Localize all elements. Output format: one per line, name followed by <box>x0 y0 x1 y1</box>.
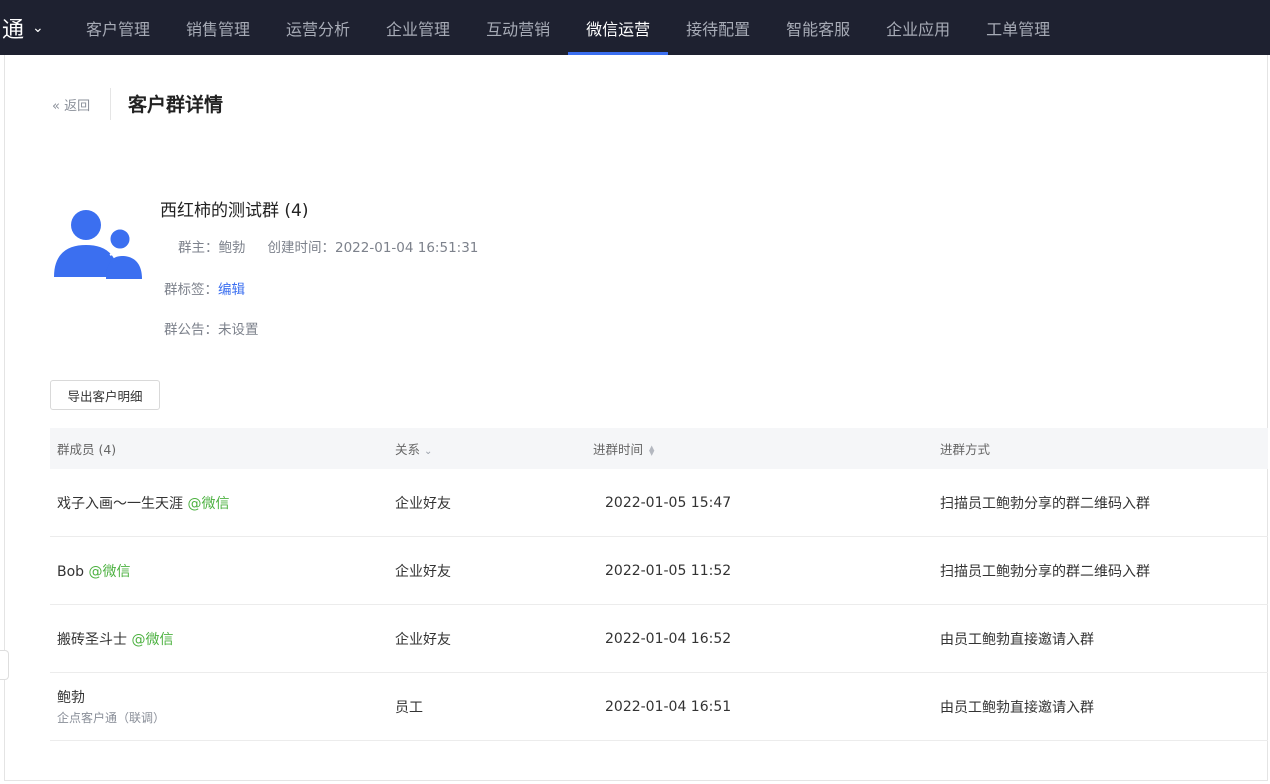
table-row: Bob @微信 企业好友 2022-01-05 11:52 扫描员工鲍勃分享的群… <box>50 537 1268 605</box>
join-way-cell: 由员工鲍勃直接邀请入群 <box>940 631 1094 648</box>
join-way-cell: 由员工鲍勃直接邀请入群 <box>940 699 1094 716</box>
nav-item-wechat-ops[interactable]: 微信运营 <box>568 0 669 55</box>
notice-value: 未设置 <box>218 322 259 338</box>
relation-cell: 员工 <box>395 699 423 716</box>
join-time-cell: 2022-01-05 11:52 <box>605 562 732 579</box>
header-join-time-label: 进群时间 <box>593 442 644 457</box>
relation-cell: 企业好友 <box>395 563 451 580</box>
nav-item-label: 接待配置 <box>686 19 751 39</box>
group-owner: 群主：鲍勃 <box>178 236 246 256</box>
member-cell: 鲍勃企点客户通（联调） <box>57 687 165 726</box>
nav-item-smart-service[interactable]: 智能客服 <box>768 0 868 55</box>
member-name: 搬砖圣斗士 <box>57 631 127 648</box>
edit-tags-link[interactable]: 编辑 <box>218 282 245 298</box>
top-nav: 通 ⌄ 客户管理 销售管理 运营分析 企业管理 互动营销 微信运营 接待配置 智… <box>0 0 1270 55</box>
notice-label: 群公告： <box>164 322 218 338</box>
member-name: 戏子入画～一生天涯 <box>57 495 183 512</box>
nav-item-interactive-marketing[interactable]: 互动营销 <box>468 0 568 55</box>
nav-item-reception-config[interactable]: 接待配置 <box>668 0 768 55</box>
member-cell: Bob @微信 <box>57 561 131 581</box>
wechat-tag: @微信 <box>187 495 230 512</box>
divider <box>110 88 111 120</box>
nav-item-customer-mgmt[interactable]: 客户管理 <box>68 0 168 55</box>
side-collapse-handle[interactable] <box>0 650 9 680</box>
nav-item-label: 互动营销 <box>486 19 551 39</box>
nav-item-sales-mgmt[interactable]: 销售管理 <box>168 0 268 55</box>
back-link[interactable]: « 返回 <box>52 95 90 114</box>
nav-item-ops-analysis[interactable]: 运营分析 <box>268 0 368 55</box>
nav-item-label: 智能客服 <box>786 19 851 39</box>
join-way-cell: 扫描员工鲍勃分享的群二维码入群 <box>940 563 1150 580</box>
group-name: 西红柿的测试群 (4) <box>160 201 309 221</box>
member-org: 企点客户通（联调） <box>57 711 166 725</box>
nav-item-label: 客户管理 <box>86 19 151 39</box>
nav-item-label: 微信运营 <box>586 19 651 39</box>
relation-cell: 企业好友 <box>395 631 451 648</box>
group-avatar-icon <box>54 210 142 279</box>
nav-item-label: 工单管理 <box>986 19 1051 39</box>
header-join-time-sort[interactable]: 进群时间 ▲ ▼ <box>593 439 654 458</box>
table-row: 搬砖圣斗士 @微信 企业好友 2022-01-04 16:52 由员工鲍勃直接邀… <box>50 605 1268 673</box>
brand-label: 通 <box>2 17 25 43</box>
nav-item-enterprise-mgmt[interactable]: 企业管理 <box>368 0 468 55</box>
group-tags: 群标签：编辑 <box>164 278 245 298</box>
member-name: Bob <box>57 563 85 580</box>
nav-item-label: 运营分析 <box>286 19 351 39</box>
page-title: 客户群详情 <box>128 94 224 116</box>
header-join-way: 进群方式 <box>940 442 991 457</box>
member-cell: 戏子入画～一生天涯 @微信 <box>57 493 229 513</box>
group-notice: 群公告：未设置 <box>164 318 259 338</box>
join-time-cell: 2022-01-04 16:51 <box>605 698 732 715</box>
table-row: 戏子入画～一生天涯 @微信 企业好友 2022-01-05 15:47 扫描员工… <box>50 469 1268 537</box>
header-relation-label: 关系 <box>395 442 421 457</box>
nav-item-ticket-mgmt[interactable]: 工单管理 <box>968 0 1068 55</box>
chevron-down-icon: ⌄ <box>424 446 433 457</box>
product-switcher[interactable]: 通 ⌄ <box>0 0 68 55</box>
group-created: 创建时间：2022-01-04 16:51:31 <box>268 236 479 256</box>
header-relation-filter[interactable]: 关系 ⌄ <box>395 439 432 458</box>
created-value: 2022-01-04 16:51:31 <box>335 240 479 256</box>
join-time-cell: 2022-01-04 16:52 <box>605 630 732 647</box>
nav-item-enterprise-apps[interactable]: 企业应用 <box>868 0 968 55</box>
owner-value: 鲍勃 <box>218 240 246 256</box>
member-name: 鲍勃 <box>57 690 85 706</box>
relation-cell: 企业好友 <box>395 495 451 512</box>
nav-item-label: 企业管理 <box>386 19 451 39</box>
table-row: 鲍勃企点客户通（联调） 员工 2022-01-04 16:51 由员工鲍勃直接邀… <box>50 673 1268 741</box>
created-label: 创建时间： <box>267 240 336 256</box>
header-member: 群成员 (4) <box>57 442 117 457</box>
member-cell: 搬砖圣斗士 @微信 <box>57 629 173 649</box>
export-customer-details-button[interactable]: 导出客户明细 <box>50 380 160 410</box>
wechat-tag: @微信 <box>88 563 131 580</box>
join-way-cell: 扫描员工鲍勃分享的群二维码入群 <box>940 495 1150 512</box>
tags-label: 群标签： <box>164 282 218 298</box>
owner-label: 群主： <box>178 240 219 256</box>
sort-icon: ▲ ▼ <box>649 443 655 457</box>
members-table: 群成员 (4) 关系 ⌄ 进群时间 ▲ ▼ 进群方式 戏子入画～一生天涯 @微信 企业… <box>50 428 1268 741</box>
table-header: 群成员 (4) 关系 ⌄ 进群时间 ▲ ▼ 进群方式 <box>50 428 1268 469</box>
nav-item-label: 销售管理 <box>186 19 251 39</box>
wechat-tag: @微信 <box>131 631 174 648</box>
chevron-down-icon: ⌄ <box>32 19 44 36</box>
nav-item-label: 企业应用 <box>886 19 951 39</box>
group-meta: 群主：鲍勃 创建时间：2022-01-04 16:51:31 <box>178 236 478 256</box>
join-time-cell: 2022-01-05 15:47 <box>605 494 732 511</box>
